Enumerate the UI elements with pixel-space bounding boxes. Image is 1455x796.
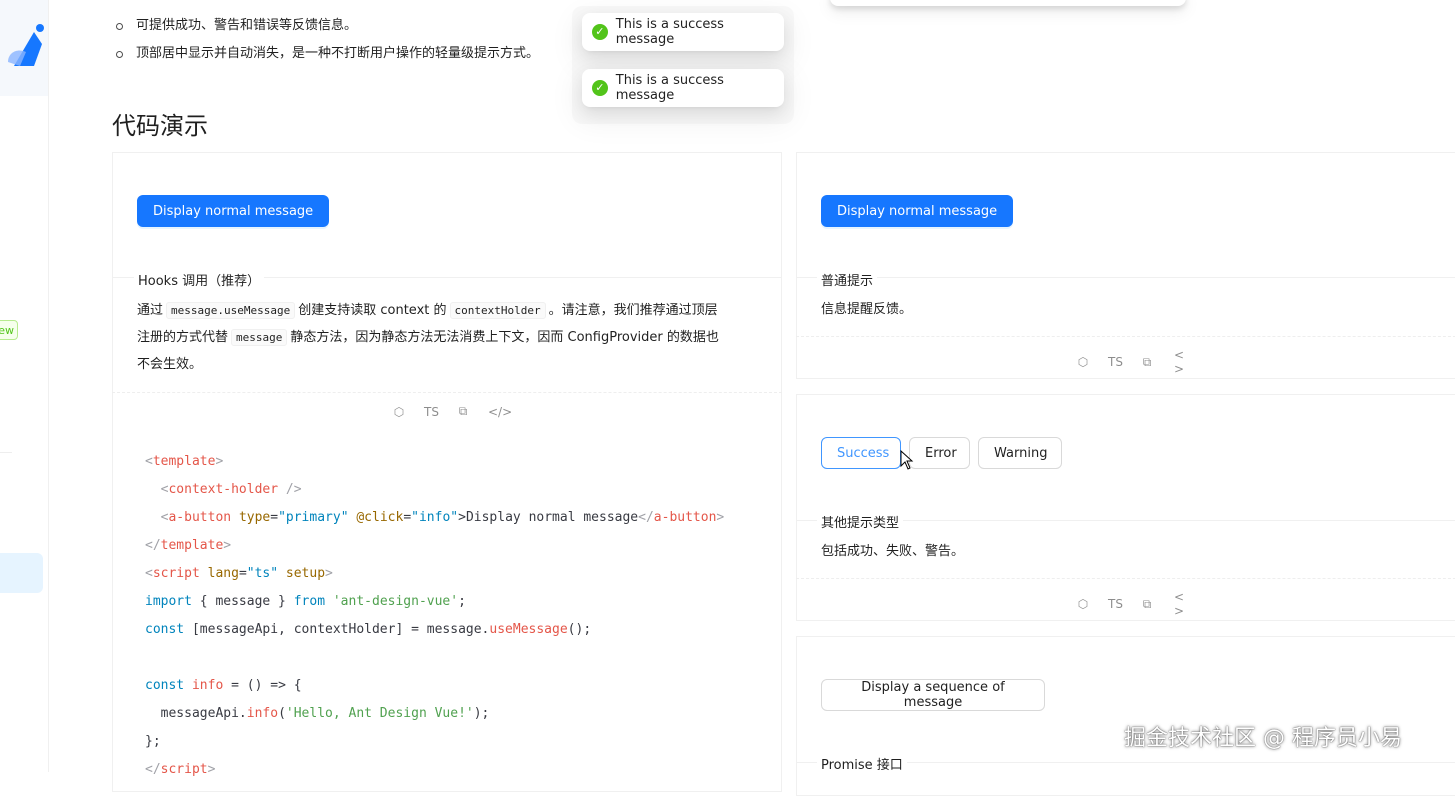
copy-icon[interactable]: ⧉ xyxy=(1140,597,1154,612)
check-circle-icon: ✓ xyxy=(592,24,608,40)
ant-design-logo-icon xyxy=(8,24,44,66)
dashed-divider xyxy=(112,392,782,393)
demo-actions: ⬡ TS ⧉ < > xyxy=(1076,590,1186,618)
desc-text: 。请注意，我们推荐通过顶层 xyxy=(548,303,718,318)
demo-meta-title: 普通提示 xyxy=(817,270,878,289)
toast-text: This is a success message xyxy=(615,17,724,47)
intro-bullets: 可提供成功、警告和错误等反馈信息。 顶部居中显示并自动消失，是一种不打断用户操作… xyxy=(112,12,539,68)
demo-description: 信息提醒反馈。 xyxy=(821,302,913,317)
desc-text: 静态方法，因为静态方法无法消费上下文，因而 ConfigProvider 的数据… xyxy=(290,330,719,345)
bullet-item: 可提供成功、警告和错误等反馈信息。 xyxy=(112,12,539,40)
ts-toggle[interactable]: TS xyxy=(1108,597,1123,611)
mouse-cursor-icon xyxy=(900,450,914,470)
demo-meta-title: Hooks 调用（推荐） xyxy=(134,270,265,289)
toast-text: This is a success message xyxy=(615,73,724,103)
codesandbox-icon[interactable]: ⬡ xyxy=(1076,355,1090,369)
display-sequence-button[interactable]: Display a sequence of message xyxy=(821,679,1045,711)
inline-code: contextHolder xyxy=(449,302,546,319)
logo-area[interactable] xyxy=(0,0,48,96)
demo-description: 包括成功、失败、警告。 xyxy=(821,544,965,559)
bullet-item: 顶部居中显示并自动消失，是一种不打断用户操作的轻量级提示方式。 xyxy=(112,40,539,68)
check-circle-icon: ✓ xyxy=(592,80,608,96)
show-code-icon[interactable]: < > xyxy=(1172,348,1186,376)
codesandbox-icon[interactable]: ⬡ xyxy=(392,405,406,419)
copy-icon[interactable]: ⧉ xyxy=(456,404,470,419)
desc-text: 通过 xyxy=(137,303,164,318)
copy-icon[interactable]: ⧉ xyxy=(1140,355,1154,370)
code-block: <template> <context-holder /> <a-button … xyxy=(145,454,725,777)
inline-code: message.useMessage xyxy=(166,302,296,319)
sidebar: ew xyxy=(0,0,49,772)
show-code-icon[interactable]: </> xyxy=(488,405,512,419)
show-code-icon[interactable]: < > xyxy=(1172,590,1186,618)
demo-card-types xyxy=(796,394,1455,621)
display-normal-message-button[interactable]: Display normal message xyxy=(137,195,330,227)
desc-text: 创建支持读取 context 的 xyxy=(298,303,447,318)
demo-card-normal xyxy=(796,152,1455,379)
warning-button[interactable]: Warning xyxy=(978,437,1062,469)
success-toast: ✓ This is a success message xyxy=(582,13,784,51)
inline-code: message xyxy=(231,329,288,346)
display-normal-message-button-2[interactable]: Display normal message xyxy=(821,195,1014,227)
error-button[interactable]: Error xyxy=(909,437,970,469)
desc-text: 不会生效。 xyxy=(137,357,203,372)
dashed-divider xyxy=(796,578,1455,579)
codesandbox-icon[interactable]: ⬡ xyxy=(1076,597,1090,611)
ts-toggle[interactable]: TS xyxy=(1108,355,1123,369)
demo-actions: ⬡ TS ⧉ </> xyxy=(392,404,512,419)
meta-divider xyxy=(796,277,1455,278)
section-title: 代码演示 xyxy=(112,112,208,140)
demo-actions: ⬡ TS ⧉ < > xyxy=(1076,348,1186,376)
desc-text: 注册的方式代替 xyxy=(137,330,229,345)
dropdown-popover xyxy=(830,0,1186,6)
sidebar-item-active[interactable] xyxy=(0,553,43,593)
new-badge: ew xyxy=(0,320,18,340)
demo-meta-title: Promise 接口 xyxy=(817,754,907,773)
sidebar-divider xyxy=(0,452,12,453)
ts-toggle[interactable]: TS xyxy=(424,405,439,419)
success-button[interactable]: Success xyxy=(821,437,901,469)
demo-meta-title: 其他提示类型 xyxy=(817,512,904,531)
demo-description: 通过 message.useMessage 创建支持读取 context 的 cont… xyxy=(137,297,767,378)
watermark: 掘金技术社区 @ 程序员小易 xyxy=(1124,726,1402,751)
dashed-divider xyxy=(796,336,1455,337)
success-toast: ✓ This is a success message xyxy=(582,69,784,107)
